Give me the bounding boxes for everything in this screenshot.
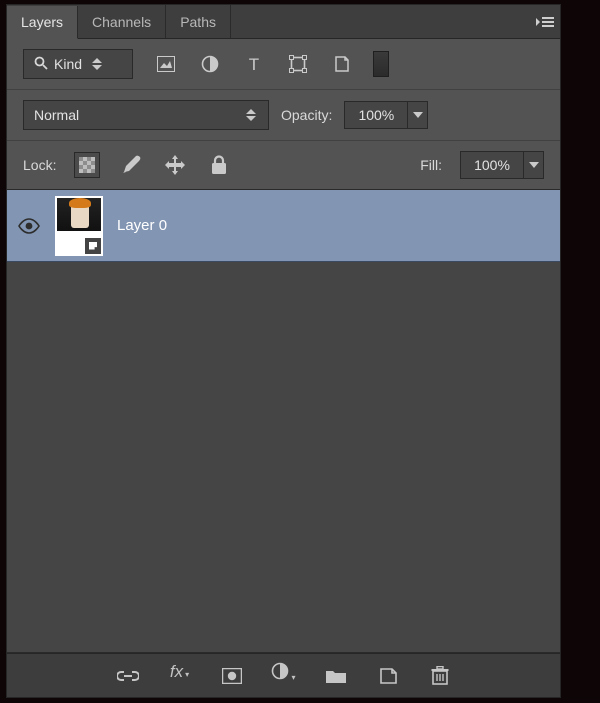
new-group-button[interactable] — [322, 662, 350, 690]
visibility-toggle[interactable] — [17, 214, 41, 238]
menu-icon — [536, 16, 554, 28]
tab-paths[interactable]: Paths — [166, 5, 231, 38]
layer-thumbnail[interactable] — [55, 196, 103, 256]
blend-mode-select[interactable]: Normal — [23, 100, 269, 130]
fill-value[interactable]: 100% — [460, 151, 524, 179]
tab-layers[interactable]: Layers — [7, 6, 78, 39]
layer-mask-button[interactable] — [218, 662, 246, 690]
filter-adjustment-icon[interactable] — [197, 51, 223, 77]
chevron-down-icon: ▾ — [291, 673, 295, 682]
opacity-dropdown[interactable] — [408, 101, 428, 129]
layers-list: Layer 0 — [7, 189, 560, 653]
fill-label: Fill: — [420, 157, 442, 173]
svg-text:T: T — [249, 55, 259, 73]
chevron-down-icon: ▾ — [185, 670, 189, 679]
updown-caret-icon — [246, 108, 258, 122]
tab-spacer — [231, 5, 530, 38]
fill-value-text: 100% — [474, 157, 510, 173]
layers-panel: Layers Channels Paths Kind — [6, 4, 561, 698]
filter-toggle-switch[interactable] — [373, 51, 389, 77]
panel-menu-button[interactable] — [530, 5, 560, 38]
blend-mode-value: Normal — [34, 107, 79, 123]
lock-pixels-icon[interactable] — [118, 152, 144, 178]
filter-shape-icon[interactable] — [285, 51, 311, 77]
opacity-value[interactable]: 100% — [344, 101, 408, 129]
tab-channels[interactable]: Channels — [78, 5, 166, 38]
filter-type-icons: T — [153, 51, 389, 77]
lock-transparency-icon[interactable] — [74, 152, 100, 178]
eye-icon — [18, 218, 40, 234]
filter-smartobject-icon[interactable] — [329, 51, 355, 77]
opacity-value-text: 100% — [358, 107, 394, 123]
filter-pixel-icon[interactable] — [153, 51, 179, 77]
adjustment-layer-button[interactable]: ▾ — [270, 662, 298, 690]
panel-tabs: Layers Channels Paths — [7, 5, 560, 39]
layer-style-button[interactable]: fx ▾ — [166, 662, 194, 690]
delete-layer-button[interactable] — [426, 662, 454, 690]
fill-dropdown[interactable] — [524, 151, 544, 179]
lock-all-icon[interactable] — [206, 152, 232, 178]
new-layer-button[interactable] — [374, 662, 402, 690]
lock-position-icon[interactable] — [162, 152, 188, 178]
lock-label: Lock: — [23, 157, 56, 173]
opacity-label: Opacity: — [281, 107, 332, 123]
smartobject-badge-icon — [83, 236, 103, 256]
tab-label: Layers — [21, 14, 63, 30]
layer-name[interactable]: Layer 0 — [117, 217, 167, 234]
link-layers-button[interactable] — [114, 662, 142, 690]
panel-bottom-bar: fx ▾ ▾ — [7, 653, 560, 697]
kind-filter-select[interactable]: Kind — [23, 49, 133, 79]
blend-row: Normal Opacity: 100% — [7, 89, 560, 140]
filter-type-icon[interactable]: T — [241, 51, 267, 77]
tab-label: Channels — [92, 14, 151, 30]
lock-row: Lock: Fill: 100% — [7, 140, 560, 189]
search-icon — [34, 56, 48, 73]
fx-icon: fx — [170, 662, 183, 682]
updown-caret-icon — [92, 57, 104, 71]
tab-label: Paths — [180, 14, 216, 30]
adjustment-icon — [271, 662, 289, 680]
filter-row: Kind T — [7, 39, 560, 89]
kind-filter-label: Kind — [54, 56, 82, 72]
layer-row[interactable]: Layer 0 — [7, 190, 560, 262]
